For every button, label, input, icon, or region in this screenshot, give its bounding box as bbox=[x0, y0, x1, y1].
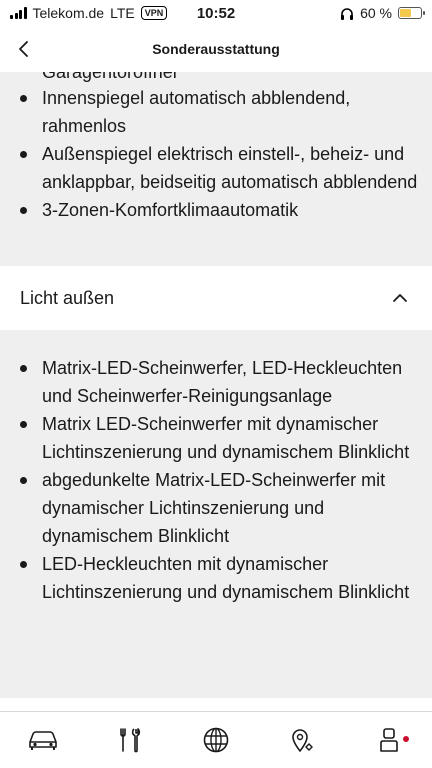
tab-web[interactable] bbox=[192, 720, 240, 760]
tab-service[interactable] bbox=[106, 720, 154, 760]
map-pin-icon bbox=[292, 729, 314, 752]
vpn-badge: VPN bbox=[140, 6, 168, 20]
chevron-up-icon bbox=[393, 294, 407, 302]
list-item: Matrix LED-Scheinwerfer mit dynamischer … bbox=[20, 410, 432, 466]
user-icon bbox=[379, 728, 398, 752]
tab-bar bbox=[0, 711, 432, 768]
battery-percent: 60 % bbox=[360, 5, 392, 21]
section-header-licht-aussen[interactable]: Licht außen bbox=[0, 266, 432, 330]
battery-level bbox=[400, 9, 412, 17]
tab-profile[interactable] bbox=[365, 720, 413, 760]
status-left: Telekom.de LTE VPN bbox=[10, 5, 168, 21]
feature-list-licht: Matrix-LED-Scheinwerfer, LED-Heckleuchte… bbox=[0, 354, 432, 606]
globe-icon bbox=[203, 727, 229, 753]
equipment-list[interactable]: Garagentoröffner Innenspiegel automatisc… bbox=[0, 72, 432, 712]
list-item: Außenspiegel elektrisch einstell-, behei… bbox=[20, 140, 432, 196]
tab-map[interactable] bbox=[278, 720, 326, 760]
list-item: abgedunkelte Matrix-LED-Scheinwerfer mit… bbox=[20, 466, 432, 550]
notification-dot bbox=[402, 736, 409, 742]
status-right: 60 % bbox=[340, 5, 425, 21]
clock: 10:52 bbox=[196, 4, 236, 22]
tools-icon bbox=[119, 728, 140, 753]
section-licht-aussen: Matrix-LED-Scheinwerfer, LED-Heckleuchte… bbox=[0, 354, 432, 606]
section-title: Licht außen bbox=[20, 287, 115, 308]
page-title: Sonderausstattung bbox=[152, 41, 280, 57]
signal-icon bbox=[10, 7, 27, 19]
status-bar: Telekom.de LTE VPN 10:52 60 % bbox=[0, 0, 432, 26]
carrier-name: Telekom.de bbox=[32, 5, 105, 21]
tab-car[interactable] bbox=[19, 720, 67, 760]
nav-bar: Sonderausstattung bbox=[0, 26, 432, 72]
next-section-header[interactable] bbox=[0, 698, 432, 712]
list-item: Matrix-LED-Scheinwerfer, LED-Heckleuchte… bbox=[20, 354, 432, 410]
list-item: 3-Zonen-Komfortklimaautomatik bbox=[20, 196, 432, 224]
list-item: LED-Heckleuchten mit dynamischer Lichtin… bbox=[20, 550, 432, 606]
battery-icon bbox=[398, 7, 425, 19]
headphones-icon bbox=[341, 7, 354, 20]
back-button[interactable] bbox=[12, 34, 36, 64]
section-above: Innenspiegel automatisch abblendend, rah… bbox=[0, 84, 432, 224]
chevron-left-icon bbox=[19, 41, 28, 57]
feature-list-above: Innenspiegel automatisch abblendend, rah… bbox=[0, 84, 432, 224]
list-item: Innenspiegel automatisch abblendend, rah… bbox=[20, 84, 432, 140]
car-icon bbox=[29, 731, 57, 750]
network-type: LTE bbox=[110, 5, 135, 21]
